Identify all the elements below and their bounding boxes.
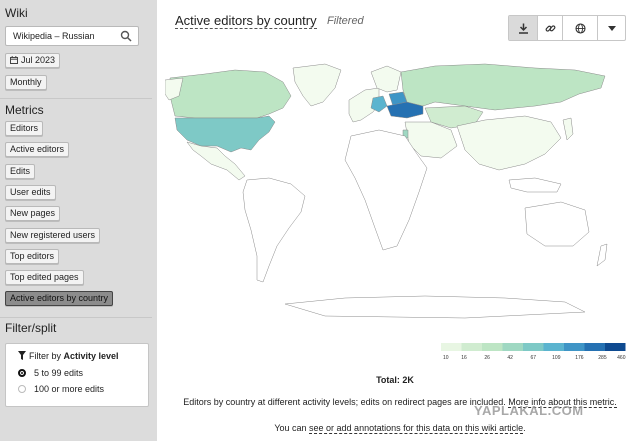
link-icon (545, 24, 555, 32)
legend-tick-label: 16 (461, 355, 467, 361)
wiki-search-input[interactable]: Wikipedia – Russian (5, 26, 139, 46)
legend-tick-label: 67 (530, 355, 536, 361)
map-country[interactable] (562, 117, 574, 141)
sidebar-divider (0, 98, 152, 99)
chart-toolbar (508, 15, 626, 41)
legend-swatch (482, 343, 503, 351)
metric-label: New pages (10, 208, 56, 218)
date-range-button[interactable]: Jul 2023 (5, 53, 61, 68)
wiki-selected-value: Wikipedia – Russian (13, 31, 95, 41)
legend-tick-label: 42 (507, 355, 513, 361)
metric-active-editors-by-country[interactable]: Active editors by country (5, 291, 114, 306)
legend-swatch (461, 343, 482, 351)
annotation-suffix: . (523, 423, 526, 433)
filtered-badge: Filtered (327, 15, 364, 27)
map-country[interactable] (508, 177, 562, 193)
legend-swatch (502, 343, 523, 351)
metric-label: Active editors by country (10, 293, 109, 303)
watermark-logo: YAPLAKAL.COM (474, 403, 584, 418)
legend-tick-label: 26 (484, 355, 490, 361)
metric-top-editors[interactable]: Top editors (5, 249, 60, 264)
date-range-label: Jul 2023 (21, 55, 56, 65)
map-country[interactable] (292, 63, 342, 107)
filter-option-label: 100 or more edits (34, 384, 105, 394)
metric-label: Active editors (10, 144, 65, 154)
metrics-section-title: Metrics (5, 103, 44, 117)
metric-user-edits[interactable]: User edits (5, 185, 56, 200)
map-country-usa[interactable] (174, 115, 276, 153)
map-country-russia[interactable] (400, 63, 606, 111)
metric-label: Editors (10, 123, 39, 133)
map-country[interactable] (242, 177, 306, 283)
annotation-prefix: You can (274, 423, 310, 433)
metric-label: Top edited pages (10, 272, 79, 282)
chart-title[interactable]: Active editors by country (175, 14, 317, 29)
legend-tick-label: 460 (617, 355, 626, 361)
metric-new-registered-users[interactable]: New registered users (5, 228, 101, 243)
map-country[interactable] (370, 65, 402, 93)
metric-top-edited-pages[interactable]: Top edited pages (5, 270, 84, 285)
map-country[interactable] (596, 243, 608, 267)
metric-label: User edits (10, 187, 51, 197)
map-country[interactable] (456, 115, 562, 171)
granularity-button[interactable]: Monthly (5, 75, 47, 90)
metric-label: Top editors (10, 251, 55, 261)
description-text: Editors by country at different activity… (183, 397, 509, 407)
metric-new-pages[interactable]: New pages (5, 206, 61, 221)
legend-tick-label: 176 (575, 355, 584, 361)
metric-label: New registered users (10, 230, 96, 240)
legend-swatch (523, 343, 544, 351)
color-legend: 10 16 26 42 67 109 176 285 460 (441, 343, 626, 361)
world-map[interactable] (165, 60, 615, 320)
annotations-text: You can see or add annotations for this … (175, 423, 625, 434)
legend-swatch (564, 343, 585, 351)
globe-icon (574, 22, 586, 34)
legend-tick-label: 10 (443, 355, 449, 361)
filter-label: Filter by Activity level (18, 351, 119, 361)
funnel-icon (18, 351, 26, 360)
filter-option-100-or-more[interactable]: 100 or more edits (18, 384, 104, 394)
search-icon[interactable] (120, 30, 132, 42)
metric-label: Edits (10, 166, 31, 176)
calendar-icon (10, 56, 18, 64)
total-label: Total: 2K (376, 375, 414, 385)
filter-label-field: Activity level (63, 351, 119, 361)
legend-swatch (441, 343, 462, 351)
link-button[interactable] (538, 16, 563, 40)
map-country[interactable] (524, 201, 590, 247)
granularity-label: Monthly (10, 77, 42, 87)
legend-tick-label: 109 (552, 355, 561, 361)
map-country[interactable] (284, 295, 586, 319)
wiki-section-title: Wiki (5, 6, 28, 20)
map-view-button[interactable] (563, 16, 598, 40)
download-icon (518, 23, 528, 34)
download-button[interactable] (509, 16, 538, 40)
legend-swatch (584, 343, 605, 351)
filter-label-prefix: Filter by (29, 351, 62, 361)
annotations-link[interactable]: see or add annotations for this data on … (309, 423, 524, 434)
legend-swatch (543, 343, 564, 351)
filter-section-title: Filter/split (5, 321, 57, 335)
caret-down-icon (607, 25, 616, 31)
radio-unselected[interactable] (18, 385, 26, 393)
map-country-canada[interactable] (169, 69, 292, 119)
metric-active-editors[interactable]: Active editors (5, 142, 70, 157)
metric-edits[interactable]: Edits (5, 164, 36, 179)
legend-swatch (605, 343, 626, 351)
metric-editors[interactable]: Editors (5, 121, 44, 136)
sidebar-divider (0, 317, 152, 318)
legend-tick-label: 285 (598, 355, 607, 361)
chart-type-dropdown[interactable] (598, 16, 625, 40)
